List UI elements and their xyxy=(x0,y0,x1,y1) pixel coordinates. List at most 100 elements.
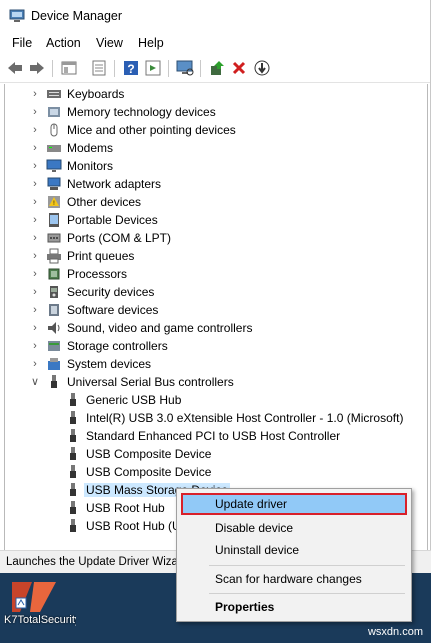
tree-category-row[interactable]: › System devices xyxy=(5,355,427,373)
tree-category-row[interactable]: › Print queues xyxy=(5,247,427,265)
show-hide-tree-icon[interactable] xyxy=(60,59,78,77)
context-uninstall-device[interactable]: Uninstall device xyxy=(181,539,407,561)
context-separator xyxy=(209,565,405,566)
chevron-right-icon[interactable]: › xyxy=(29,105,41,119)
chevron-right-icon[interactable]: › xyxy=(29,213,41,227)
chevron-right-icon[interactable]: › xyxy=(29,267,41,281)
tree-category-label: System devices xyxy=(67,357,152,371)
back-arrow-icon[interactable] xyxy=(6,59,24,77)
chevron-right-icon[interactable]: › xyxy=(29,159,41,173)
usb-connector-icon xyxy=(65,482,81,498)
tree-device-row[interactable]: Generic USB Hub xyxy=(5,391,427,409)
update-driver-icon[interactable] xyxy=(208,59,226,77)
chevron-right-icon[interactable]: › xyxy=(29,87,41,101)
menu-view[interactable]: View xyxy=(96,36,123,50)
context-properties[interactable]: Properties xyxy=(181,596,407,618)
tree-category-label: Ports (COM & LPT) xyxy=(67,231,172,245)
tree-category-label: Mice and other pointing devices xyxy=(67,123,236,137)
chevron-right-icon[interactable]: › xyxy=(29,195,41,209)
tree-device-label: Generic USB Hub xyxy=(86,393,182,407)
tree-category-row[interactable]: ›! Other devices xyxy=(5,193,427,211)
properties-sheet-icon[interactable] xyxy=(90,59,108,77)
tree-category-row[interactable]: › Software devices xyxy=(5,301,427,319)
software-device-icon xyxy=(46,302,62,318)
tree-category-row[interactable]: › Portable Devices xyxy=(5,211,427,229)
tree-category-row[interactable]: › Processors xyxy=(5,265,427,283)
tree-device-label: USB Composite Device xyxy=(86,465,212,479)
processor-icon xyxy=(46,266,62,282)
tree-category-row[interactable]: › Security devices xyxy=(5,283,427,301)
context-update-driver[interactable]: Update driver xyxy=(181,493,407,515)
tree-category-row[interactable]: › Storage controllers xyxy=(5,337,427,355)
usb-connector-icon xyxy=(65,410,81,426)
desktop-icon-label: K7TotalSecurity xyxy=(4,614,76,626)
scan-hardware-icon[interactable] xyxy=(176,59,194,77)
context-disable-device[interactable]: Disable device xyxy=(181,517,407,539)
tree-category-label: Portable Devices xyxy=(67,213,158,227)
tree-category-row[interactable]: › Sound, video and game controllers xyxy=(5,319,427,337)
chevron-right-icon[interactable]: › xyxy=(29,249,41,263)
context-scan-hardware[interactable]: Scan for hardware changes xyxy=(181,568,407,590)
tree-device-label: Intel(R) USB 3.0 eXtensible Host Control… xyxy=(86,411,404,425)
chevron-right-icon[interactable]: › xyxy=(29,231,41,245)
chevron-right-icon[interactable]: › xyxy=(29,285,41,299)
chevron-right-icon[interactable]: › xyxy=(29,303,41,317)
usb-connector-icon xyxy=(65,464,81,480)
window-title: Device Manager xyxy=(31,9,123,23)
portable-device-icon xyxy=(46,212,62,228)
tree-category-row[interactable]: › Ports (COM & LPT) xyxy=(5,229,427,247)
toolbar-separator xyxy=(52,60,53,77)
title-bar[interactable]: Device Manager xyxy=(0,0,430,32)
printer-icon xyxy=(46,248,62,264)
forward-arrow-icon[interactable] xyxy=(28,59,46,77)
menu-help[interactable]: Help xyxy=(138,36,164,50)
toolbar-separator xyxy=(200,60,201,77)
tree-category-row[interactable]: ∨ Universal Serial Bus controllers xyxy=(5,373,427,391)
chevron-right-icon[interactable]: › xyxy=(29,357,41,371)
tree-category-label: Keyboards xyxy=(67,87,125,101)
tree-category-label: Memory technology devices xyxy=(67,105,216,119)
chevron-right-icon[interactable]: › xyxy=(29,177,41,191)
menu-bar: File Action View Help xyxy=(0,32,430,54)
toolbar-separator xyxy=(168,60,169,77)
tree-category-row[interactable]: › Network adapters xyxy=(5,175,427,193)
tree-category-row[interactable]: › Memory technology devices xyxy=(5,103,427,121)
tree-category-row[interactable]: › Keyboards xyxy=(5,85,427,103)
tree-category-row[interactable]: › Mice and other pointing devices xyxy=(5,121,427,139)
usb-connector-icon xyxy=(65,428,81,444)
chevron-right-icon[interactable]: › xyxy=(29,141,41,155)
tree-device-row[interactable]: USB Composite Device xyxy=(5,445,427,463)
tree-device-row[interactable]: Standard Enhanced PCI to USB Host Contro… xyxy=(5,427,427,445)
desktop-shortcut[interactable]: K7TotalSecurity xyxy=(4,578,76,638)
tree-category-label: Storage controllers xyxy=(67,339,168,353)
tree-category-label: Modems xyxy=(67,141,114,155)
tree-device-row[interactable]: USB Composite Device xyxy=(5,463,427,481)
chevron-down-icon[interactable]: ∨ xyxy=(29,375,41,389)
menu-action[interactable]: Action xyxy=(46,36,81,50)
tree-device-row[interactable]: Intel(R) USB 3.0 eXtensible Host Control… xyxy=(5,409,427,427)
device-tree[interactable]: › Keyboards › Memory technology devices › Mic… xyxy=(4,84,428,550)
speaker-icon xyxy=(46,320,62,336)
tree-category-row[interactable]: › Modems xyxy=(5,139,427,157)
chevron-right-icon[interactable]: › xyxy=(29,321,41,335)
help-icon[interactable]: ? xyxy=(122,59,140,77)
menu-file[interactable]: File xyxy=(12,36,32,50)
tree-device-label: Standard Enhanced PCI to USB Host Contro… xyxy=(86,429,341,443)
tree-category-label: Processors xyxy=(67,267,128,281)
system-device-icon xyxy=(46,356,62,372)
action-pane-icon[interactable] xyxy=(144,59,162,77)
chevron-right-icon[interactable]: › xyxy=(29,339,41,353)
usb-connector-icon xyxy=(65,500,81,516)
context-item-label: Disable device xyxy=(215,521,294,535)
chevron-right-icon[interactable]: › xyxy=(29,123,41,137)
tree-device-label: USB Root Hub xyxy=(86,501,165,515)
memory-icon xyxy=(46,104,62,120)
tree-category-row[interactable]: › Monitors xyxy=(5,157,427,175)
watermark: wsxdn.com xyxy=(367,626,423,638)
uninstall-icon[interactable] xyxy=(230,59,248,77)
monitor-icon xyxy=(46,158,62,174)
keyboard-icon xyxy=(46,86,62,102)
svg-text:?: ? xyxy=(127,62,134,76)
tree-category-label: Print queues xyxy=(67,249,135,263)
download-icon[interactable] xyxy=(253,59,271,77)
